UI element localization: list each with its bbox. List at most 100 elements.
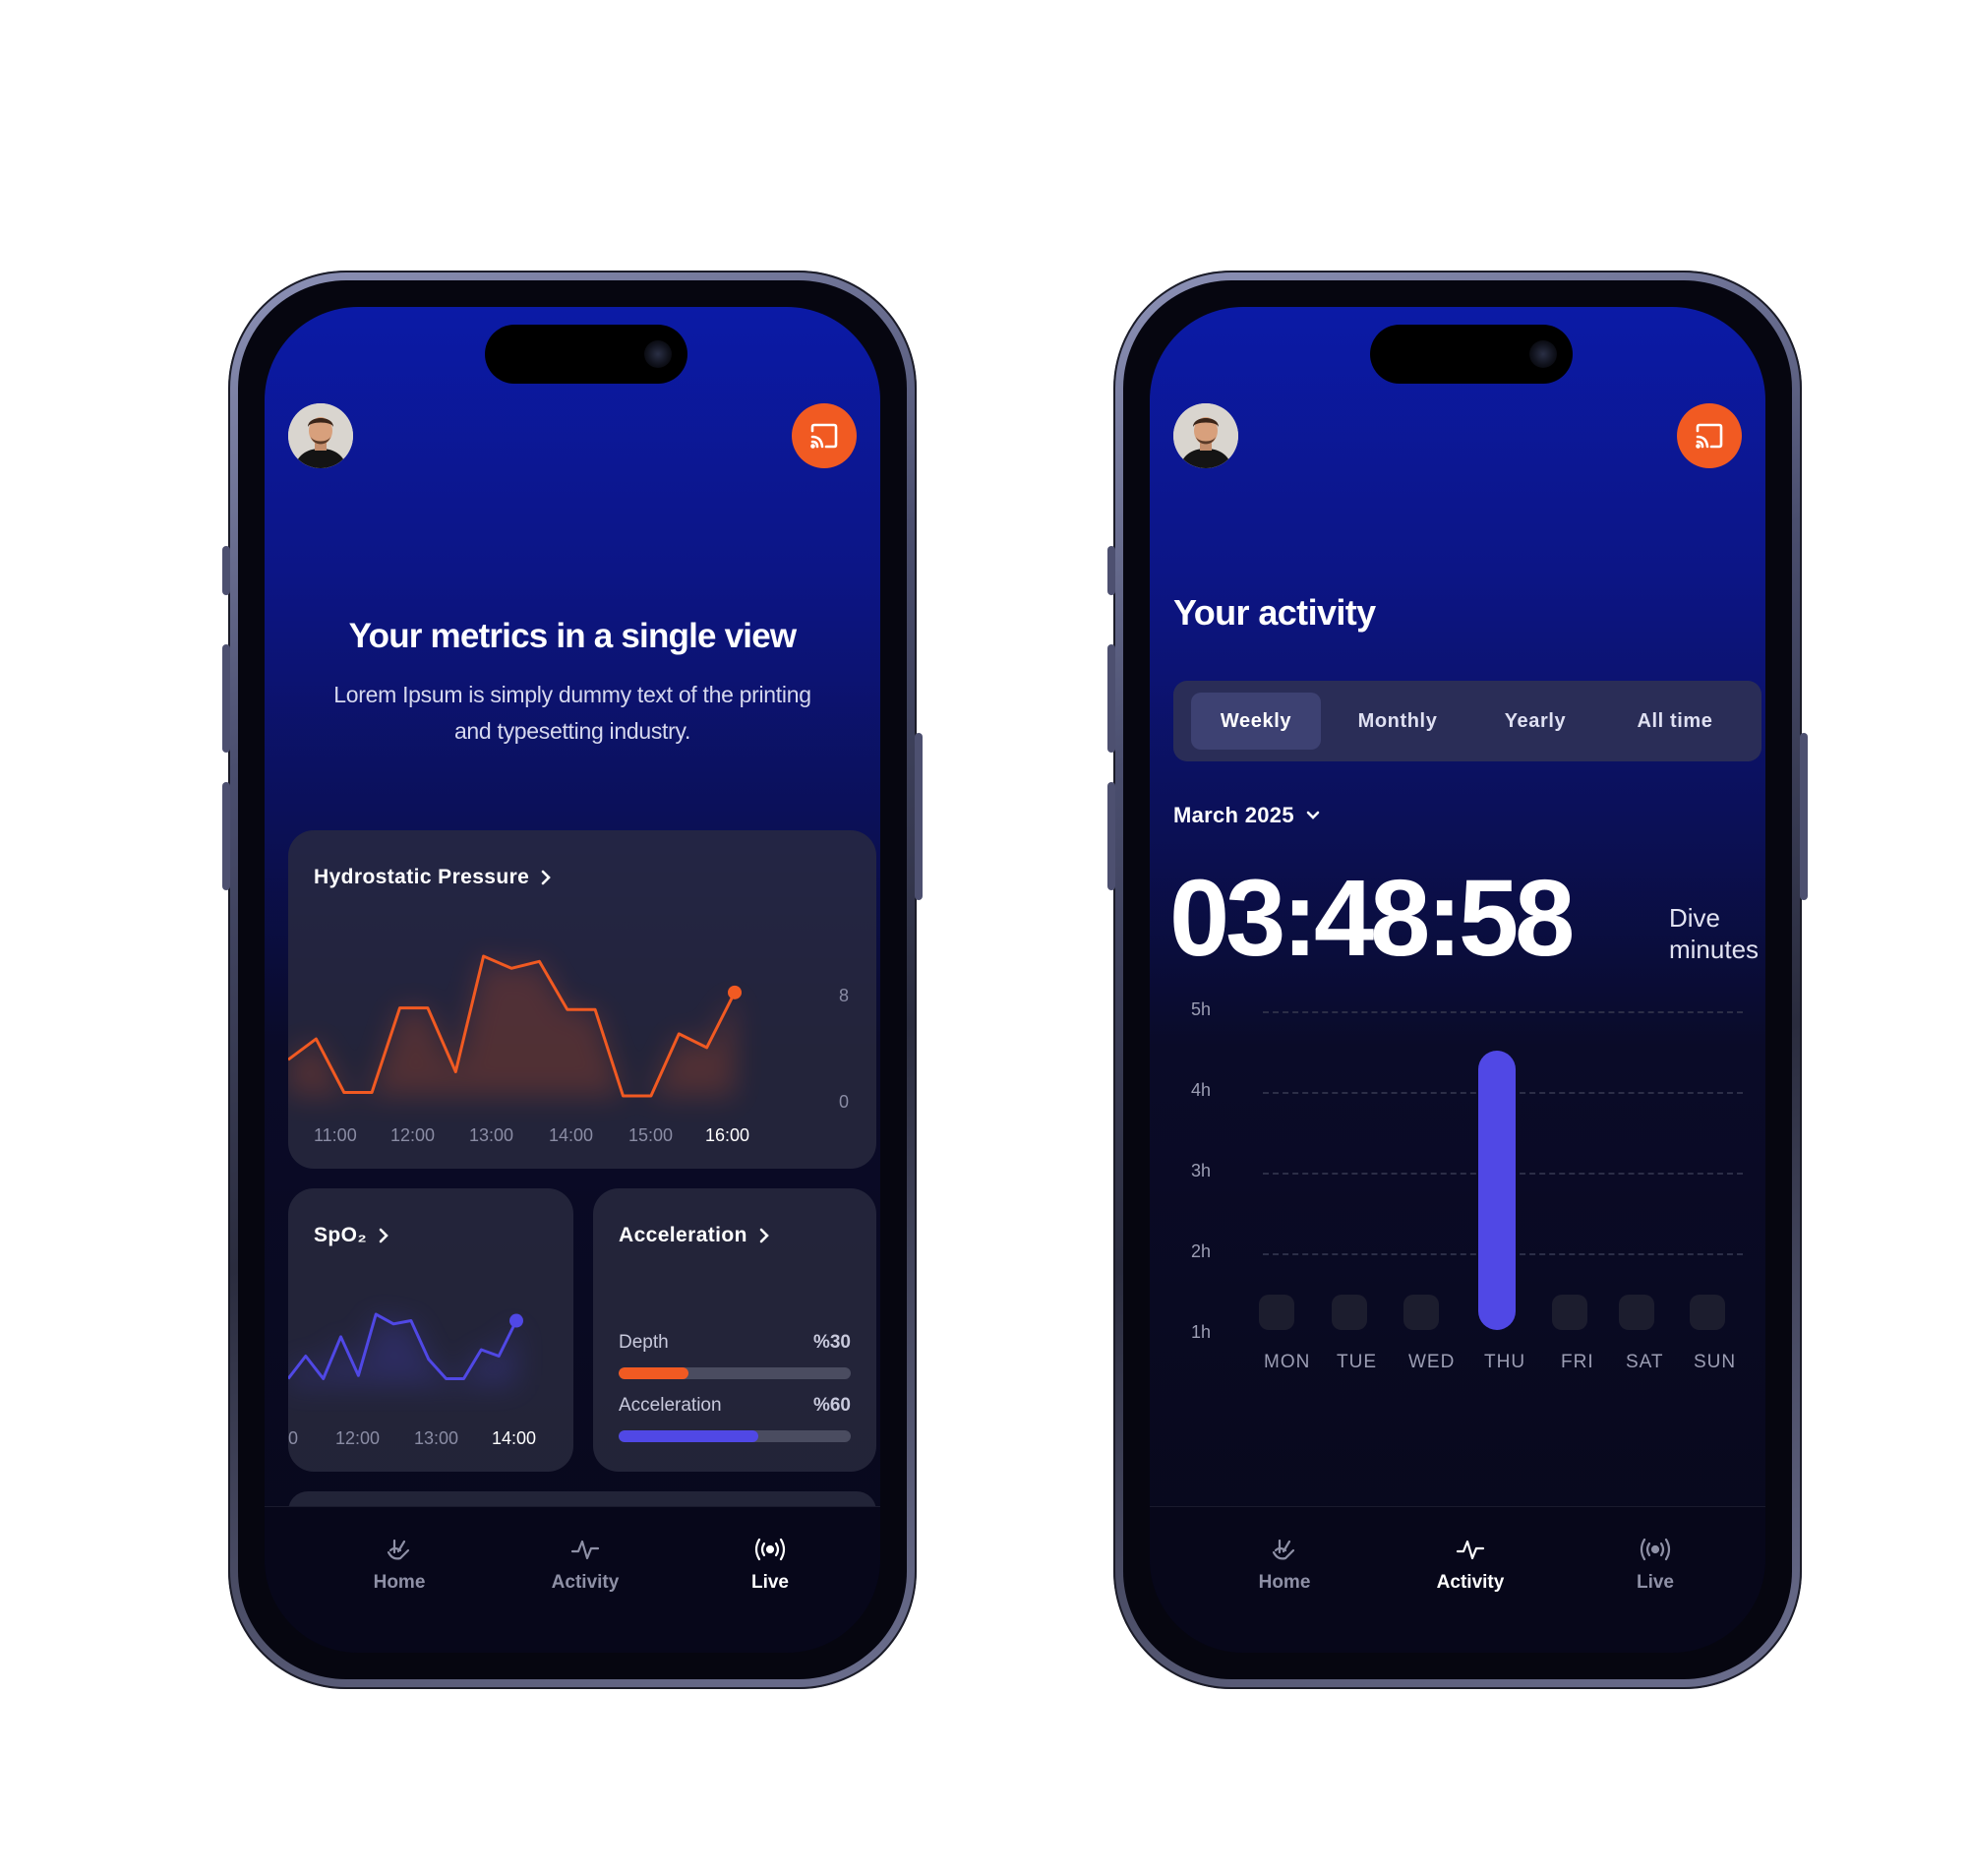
x-tick: 0 [288,1428,299,1448]
avatar[interactable] [1173,403,1238,468]
x-tick-current: 14:00 [492,1428,537,1448]
y-tick: 3h [1191,1161,1212,1180]
x-tick: 13:00 [414,1428,459,1448]
acceleration-label: Acceleration [619,1395,722,1416]
live-broadcast-icon [1640,1538,1671,1561]
nav-activity-label: Activity [1436,1572,1505,1593]
avatar[interactable] [288,403,353,468]
cast-icon [810,423,838,449]
y-tick: 0 [839,1092,850,1112]
chevron-right-icon [759,1228,769,1243]
timer-unit-line1: Dive [1669,903,1721,933]
acceleration-card-title: Acceleration [619,1224,747,1246]
tab-all-time[interactable]: All time [1606,693,1744,750]
nav-activity[interactable]: Activity [526,1533,644,1594]
activity-pulse-icon [1456,1540,1485,1560]
x-tick-current: 16:00 [705,1125,750,1145]
nav-home-label: Home [373,1572,426,1593]
dynamic-island [485,325,687,384]
nav-home[interactable]: Home [1225,1533,1343,1594]
x-tick: MON [1264,1352,1311,1372]
nav-live[interactable]: Live [711,1533,829,1594]
depth-label: Depth [619,1332,669,1353]
nav-live-label: Live [1636,1572,1675,1593]
acceleration-progress-fill [619,1430,758,1442]
chevron-down-icon [1306,811,1320,819]
cast-button[interactable] [1677,403,1742,468]
depth-progress-bar [619,1367,851,1379]
bar-wed[interactable] [1403,1295,1439,1330]
grid-line [1263,1011,1743,1013]
hero-subtitle: Lorem Ipsum is simply dummy text of the … [333,682,811,744]
activity-pulse-icon [570,1540,600,1560]
dive-timer: 03:48:58 [1169,858,1575,979]
dynamic-island [1370,325,1573,384]
cast-icon [1696,423,1723,449]
y-tick: 8 [839,986,850,1005]
timer-unit-line2: minutes [1669,935,1760,964]
x-tick: 13:00 [469,1125,514,1145]
month-selector[interactable]: March 2025 [1173,803,1320,828]
period-tabs: Weekly Monthly Yearly All time [1173,681,1761,761]
screen-metrics: Your metrics in a single view Lorem Ipsu… [265,307,880,1653]
live-broadcast-icon [754,1538,786,1561]
x-tick: FRI [1561,1352,1594,1372]
camera-icon [1529,340,1557,368]
current-point [509,1313,523,1328]
current-point [728,985,742,999]
nav-activity[interactable]: Activity [1411,1533,1529,1594]
pressure-line-chart [288,954,742,1098]
acceleration-card[interactable]: Acceleration Depth %30 Acceleration %60 [593,1188,876,1472]
y-tick: 2h [1191,1241,1212,1261]
x-tick: SUN [1694,1352,1737,1372]
camera-icon [644,340,672,368]
grid-line [1263,1253,1743,1255]
x-tick: 11:00 [314,1125,357,1145]
x-tick: 12:00 [335,1428,381,1448]
tab-weekly[interactable]: Weekly [1191,693,1321,750]
home-hand-icon [387,1539,410,1560]
grid-line [1263,1092,1743,1094]
bar-tue[interactable] [1332,1295,1367,1330]
bar-sat[interactable] [1619,1295,1654,1330]
nav-live-label: Live [750,1572,790,1593]
hero-title: Your metrics in a single view [348,617,797,655]
depth-value: %30 [812,1332,851,1353]
bottom-nav: Home Activity Live [1150,1506,1765,1653]
tab-monthly[interactable]: Monthly [1329,693,1466,750]
spo2-card[interactable]: SpO₂ 0 12:00 13:00 14:00 [288,1188,573,1472]
page-title: Your activity [1173,592,1376,633]
nav-live[interactable]: Live [1596,1533,1714,1594]
chart-glow [288,956,735,1096]
nav-home-label: Home [1258,1572,1311,1593]
y-tick: 5h [1191,999,1212,1019]
y-tick: 1h [1191,1322,1212,1342]
bar-fri[interactable] [1552,1295,1587,1330]
bar-sun[interactable] [1690,1295,1725,1330]
grid-line [1263,1173,1743,1175]
x-tick: THU [1484,1352,1526,1372]
bar-thu[interactable] [1478,1050,1516,1330]
x-tick: 15:00 [628,1125,674,1145]
tab-yearly[interactable]: Yearly [1474,693,1596,750]
home-hand-icon [1272,1539,1295,1560]
weekly-bar-chart: 5h 4h 3h 2h 1h MON TUE WED THU FRI SAT S… [1150,307,1765,1653]
month-label: March 2025 [1173,803,1294,827]
bar-mon[interactable] [1259,1295,1294,1330]
x-tick: SAT [1626,1352,1664,1372]
acceleration-progress-bar [619,1430,851,1442]
pressure-card[interactable]: Hydrostatic Pressure 8 0 11:00 12:00 13:… [288,830,876,1169]
screen-activity: Your activity Weekly Monthly Yearly All … [1150,307,1765,1653]
phone-right: Your activity Weekly Monthly Yearly All … [1107,271,1808,1689]
x-tick: 12:00 [390,1125,436,1145]
nav-home[interactable]: Home [340,1533,458,1594]
nav-activity-label: Activity [551,1572,620,1593]
x-tick: WED [1408,1352,1456,1372]
y-tick: 4h [1191,1080,1212,1100]
bottom-nav: Home Activity Live [265,1506,880,1653]
x-tick: 14:00 [549,1125,594,1145]
acceleration-value: %60 [812,1395,851,1416]
cast-button[interactable] [792,403,857,468]
depth-progress-fill [619,1367,688,1379]
phone-left: Your metrics in a single view Lorem Ipsu… [222,271,923,1689]
